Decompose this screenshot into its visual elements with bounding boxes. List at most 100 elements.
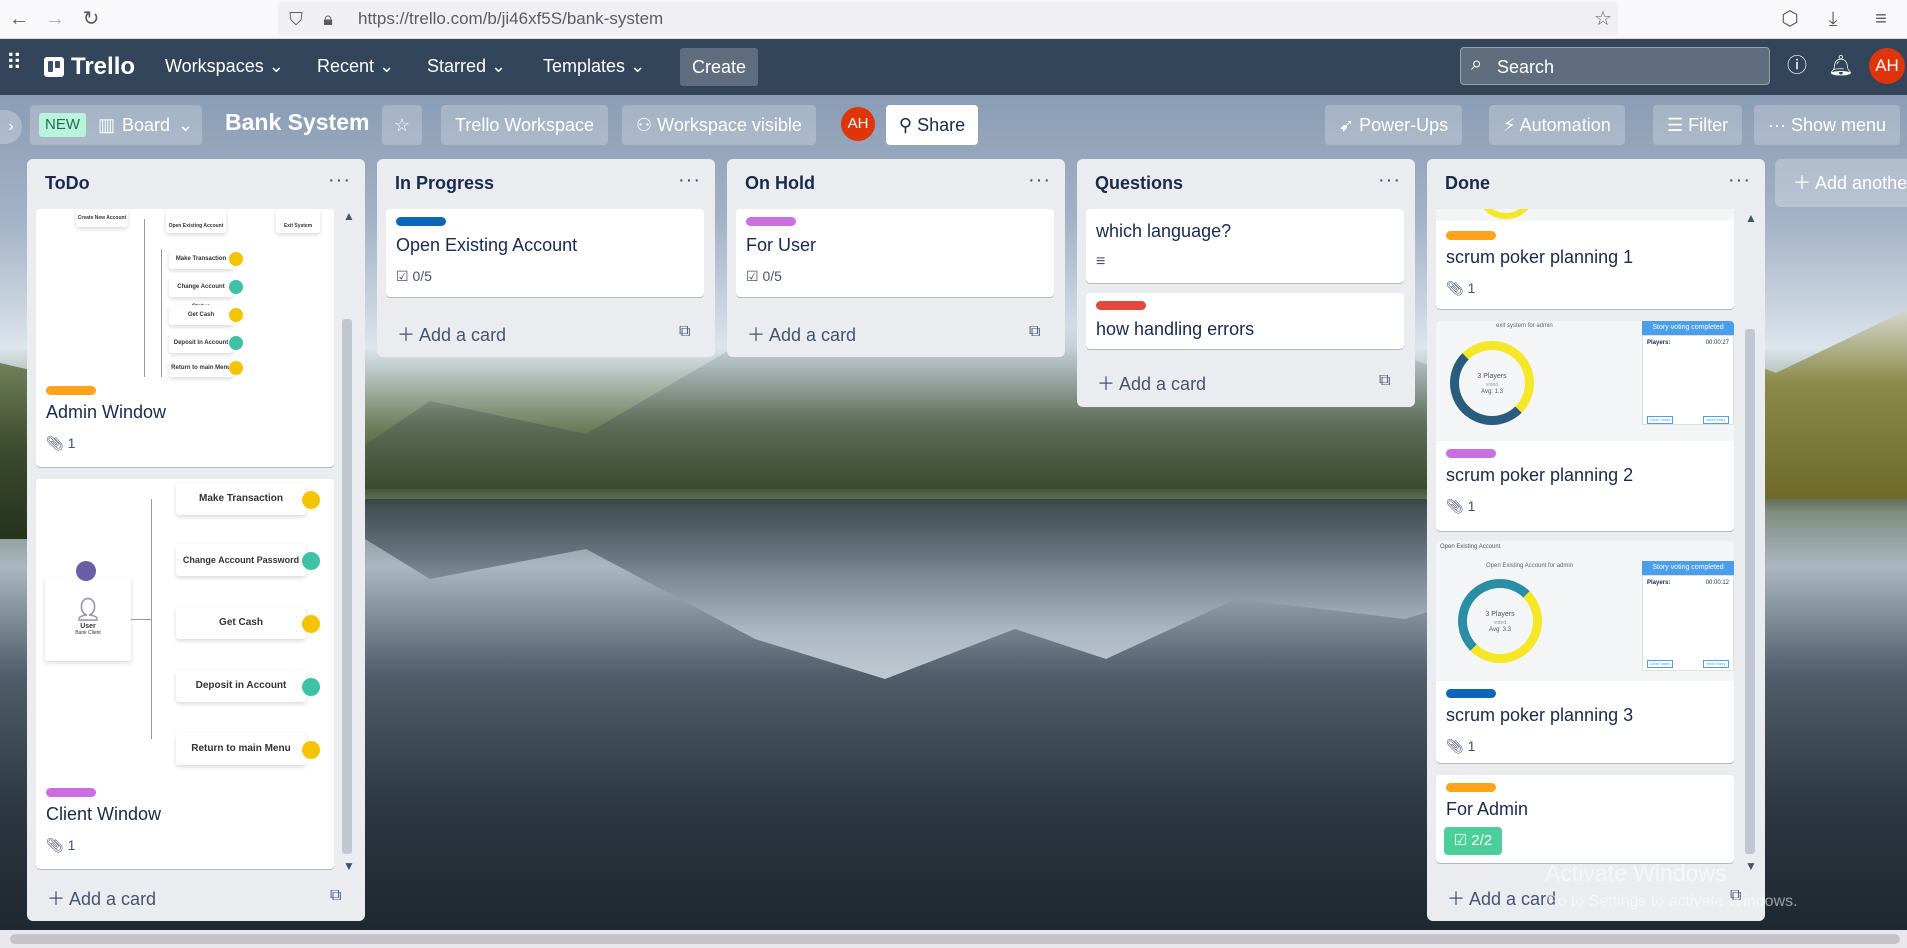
card-label[interactable] [46,788,96,797]
filter-icon: ☰ [1667,115,1684,135]
card-scrum-poker-planning-3[interactable]: Open Existing Account Open Existing Acco… [1436,541,1734,763]
card-label[interactable] [1446,449,1496,458]
scroll-up-icon[interactable]: ▲ [343,209,355,223]
card-label[interactable] [396,217,446,226]
scrollbar-thumb[interactable] [10,934,1900,944]
url-bar[interactable]: ⛉ 🔒︎ https://trello.com/b/ji46xf5S/bank-… [278,2,1618,36]
power-ups-button[interactable]: ➹ Power-Ups [1325,105,1463,145]
workspaces-menu[interactable]: Workspaces ⌄ [165,49,284,83]
list-menu-icon[interactable]: ··· [1028,169,1051,192]
card-scrum-poker-planning-1[interactable]: scrum poker planning 1 📎︎ 1 [1436,209,1734,309]
card-template-icon[interactable]: ⧉ [679,323,690,341]
list-menu-icon[interactable]: ··· [678,169,701,192]
lightbulb-icon [302,615,320,633]
card-which-language[interactable]: which language? ≡ [1086,209,1404,283]
hamburger-menu-icon[interactable]: ≡ [1866,4,1896,34]
trello-logo[interactable]: Trello [44,53,135,81]
search-input[interactable] [1497,55,1757,79]
scroll-down-icon[interactable]: ▼ [343,859,355,873]
pocket-icon[interactable]: ⬡ [1775,4,1805,34]
card-title: how handling errors [1096,319,1255,339]
list-title[interactable]: ToDo [45,173,90,194]
info-icon[interactable]: ⓘ [1782,51,1812,81]
card-label[interactable] [1446,689,1496,698]
star-board-icon[interactable]: ☆ [382,105,422,145]
create-button[interactable]: Create [680,48,758,86]
card-label[interactable] [1096,301,1146,310]
bookmark-star-icon[interactable]: ☆ [1588,4,1618,34]
add-card-button[interactable]: ＋ Add a card [1097,370,1206,396]
card-title: For User [746,235,817,255]
share-button[interactable]: ⚲ Share [886,105,978,145]
card-template-icon[interactable]: ⧉ [1029,323,1040,341]
add-card-button[interactable]: ＋ Add a card [1447,885,1556,911]
filter-button[interactable]: ☰ Filter [1653,105,1743,145]
lock-icon[interactable]: 🔒︎ [314,4,342,34]
diagram-connector [151,499,152,739]
sidebar-expand-icon[interactable]: › [0,110,22,144]
lightbulb-icon [302,491,320,509]
user-avatar[interactable]: AH [1869,48,1905,84]
card-label[interactable] [746,217,796,226]
players-panel: Players: 00:00:12 Clear Votes Next Story [1642,575,1734,671]
list-title[interactable]: In Progress [395,173,494,194]
add-card-button[interactable]: ＋ Add a card [747,321,856,347]
card-template-icon[interactable]: ⧉ [1379,372,1390,390]
checkbox-icon: ☑ [746,268,759,284]
templates-menu[interactable]: Templates ⌄ [543,49,645,83]
board-member-avatar[interactable]: AH [841,107,875,141]
lake-reflection [300,499,1600,679]
back-arrow-icon[interactable]: ← [4,4,34,34]
visibility-button[interactable]: ⚇ Workspace visible [622,105,816,145]
list-menu-icon[interactable]: ··· [1378,169,1401,192]
attachment-badge: 📎︎ 1 [1446,280,1476,296]
card-title: Client Window [46,804,162,824]
add-card-button[interactable]: ＋ Add a card [47,885,156,911]
user-icon: 👤︎ [74,597,102,622]
list-title[interactable]: Questions [1095,173,1183,194]
download-icon[interactable]: ⤓ [1818,4,1848,34]
card-for-user[interactable]: For User ☑ 0/5 [736,209,1054,297]
list-title[interactable]: Done [1445,173,1490,194]
scroll-up-icon[interactable]: ▲ [1745,211,1757,225]
diagram-dot [229,308,243,322]
card-client-window[interactable]: 👤︎ User Bank Client Make Transaction Cha… [36,479,334,869]
list-menu-icon[interactable]: ··· [1728,169,1751,192]
board-title[interactable]: Bank System [225,109,369,136]
card-scrum-poker-planning-2[interactable]: exit system for admin 3 Players voted Av… [1436,321,1734,531]
search-box[interactable]: ⌕ [1460,47,1770,85]
card-title: which language? [1096,221,1232,241]
card-label[interactable] [46,386,96,395]
reload-icon[interactable]: ↻ [76,4,106,34]
card-template-icon[interactable]: ⧉ [330,887,341,905]
card-how-handling-errors[interactable]: how handling errors [1086,293,1404,349]
show-menu-button[interactable]: ··· Show menu [1754,105,1901,145]
list-title[interactable]: On Hold [745,173,815,194]
diagram-node: Exit System [276,209,320,233]
add-list-button[interactable]: ＋ Add another list [1775,159,1907,207]
workspace-button[interactable]: Trello Workspace [441,105,609,145]
card-admin-window[interactable]: Create New Account Open Existing Account… [36,209,334,467]
forward-arrow-icon[interactable]: → [40,4,70,34]
list-scrollbar[interactable] [342,319,352,854]
scroll-down-icon[interactable]: ▼ [1745,859,1757,873]
starred-menu[interactable]: Starred ⌄ [427,49,506,83]
paperclip-icon: 📎︎ [1446,498,1464,514]
card-label[interactable] [1446,231,1496,240]
shield-icon[interactable]: ⛉ [282,4,310,34]
recent-menu[interactable]: Recent ⌄ [317,49,394,83]
card-open-existing-account[interactable]: Open Existing Account ☑ 0/5 [386,209,704,297]
automation-button[interactable]: ⚡︎ Automation [1489,105,1625,145]
list-scrollbar[interactable] [1745,329,1755,854]
paperclip-icon: 📎︎ [46,435,64,451]
app-switcher-icon[interactable]: ⠿ [6,52,26,74]
diagram-dot [229,336,243,350]
card-for-admin[interactable]: For Admin ☑ 2/2 [1436,775,1734,863]
notifications-bell-icon[interactable]: 🔔︎ [1826,51,1856,81]
board-view-switcher[interactable]: NEW ▥ Board ⌄ [30,105,202,145]
horizontal-scrollbar[interactable] [0,930,1907,948]
list-menu-icon[interactable]: ··· [328,169,351,192]
diagram-node: Create New Account [76,209,128,227]
card-label[interactable] [1446,783,1496,792]
add-card-button[interactable]: ＋ Add a card [397,321,506,347]
